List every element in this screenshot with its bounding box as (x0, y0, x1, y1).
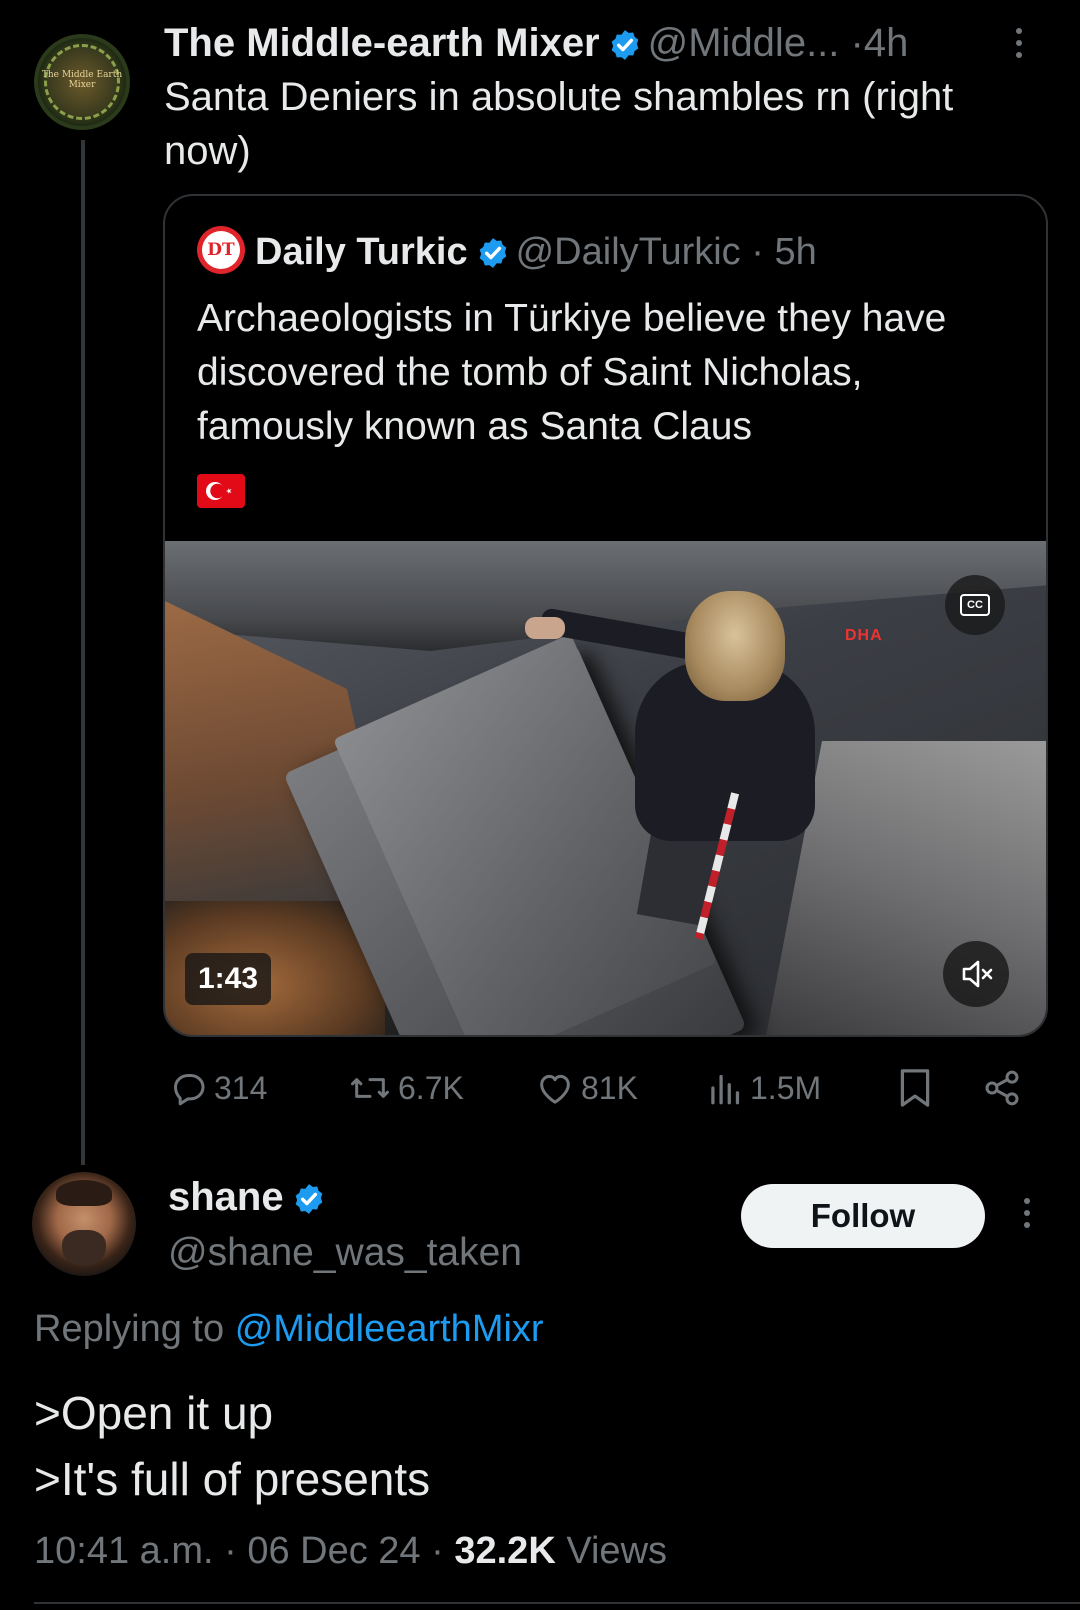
video-duration: 1:43 (185, 953, 271, 1005)
share-icon (985, 1070, 1019, 1106)
daily-turkic-logo-icon: DT (197, 226, 245, 274)
reply-views-count: 32.2K (454, 1530, 556, 1572)
more-vertical-icon[interactable] (1022, 1198, 1032, 1234)
reply-count: 314 (214, 1069, 268, 1106)
logo-text: DT (202, 231, 240, 269)
reply-author-name[interactable]: shane (168, 1175, 284, 1219)
video-player[interactable]: DHA CC 1:43 (165, 541, 1046, 1035)
more-vertical-icon[interactable] (1014, 28, 1024, 64)
video-scene-person-hair (685, 591, 785, 701)
reply-line: >It's full of presents (34, 1453, 431, 1505)
reply-icon (174, 1074, 205, 1106)
avatar[interactable] (32, 1172, 136, 1276)
reply-author-handle[interactable]: @shane_was_taken (168, 1228, 522, 1278)
quoted-tweet[interactable]: DT Daily Turkic @DailyTurkic · 5h Archaeol… (163, 194, 1048, 1037)
tweet-text: Santa Deniers in absolute shambles rn (r… (164, 75, 954, 173)
turkey-flag-icon (197, 474, 245, 508)
reply-date[interactable]: 06 Dec 24 (247, 1530, 420, 1572)
divider (34, 1602, 1080, 1604)
replying-to: Replying to @MiddleearthMixr (34, 1304, 544, 1354)
analytics-icon (711, 1074, 740, 1105)
reply-button[interactable]: 314 (168, 1063, 267, 1113)
quote-text: Archaeologists in Türkiye believe they h… (197, 297, 947, 448)
author-handle[interactable]: @Middle... (648, 21, 840, 65)
tweet-header: The Middle-earth Mixer @Middle... ·4h (164, 18, 908, 74)
avatar-logo-text: The Middle Earth Mixer (41, 70, 123, 90)
bookmark-button[interactable] (897, 1063, 933, 1113)
separator: · (850, 21, 864, 65)
volume-muted-icon (962, 960, 993, 988)
verified-badge-icon (608, 24, 642, 74)
separator: · (431, 1530, 444, 1572)
reply-views-label: Views (566, 1530, 668, 1572)
reply-text: >Open it up >It's full of presents (34, 1380, 430, 1512)
reply-meta: 10:41 a.m. · 06 Dec 24 · 32.2K Views (34, 1526, 667, 1576)
action-bar: 314 6.7K 81K 1.5M (0, 1063, 1080, 1113)
separator: · (224, 1530, 237, 1572)
quote-author-name[interactable]: Daily Turkic (255, 231, 468, 273)
separator: · (751, 231, 764, 273)
video-scene-person-hand (525, 617, 565, 639)
reply-line: >Open it up (34, 1387, 274, 1439)
mention-link[interactable]: @MiddleearthMixr (235, 1308, 544, 1350)
closed-captions-button[interactable]: CC (945, 575, 1005, 635)
avatar[interactable]: The Middle Earth Mixer (34, 34, 130, 130)
repost-count: 6.7K (398, 1069, 464, 1106)
like-count: 81K (581, 1069, 638, 1106)
quote-author-handle[interactable]: @DailyTurkic (516, 231, 741, 273)
tweet-time[interactable]: 4h (864, 21, 909, 65)
repost-icon (351, 1078, 389, 1098)
repost-button[interactable]: 6.7K (348, 1063, 464, 1113)
quote-header: DT Daily Turkic @DailyTurkic · 5h (197, 226, 817, 282)
video-watermark: DHA (845, 627, 883, 644)
bookmark-icon (900, 1069, 930, 1107)
reply-time[interactable]: 10:41 a.m. (34, 1530, 214, 1572)
author-name[interactable]: The Middle-earth Mixer (164, 21, 600, 65)
replying-prefix: Replying to (34, 1308, 225, 1350)
views-button[interactable]: 1.5M (708, 1063, 821, 1113)
quote-time[interactable]: 5h (774, 231, 816, 273)
reply-header: shane @shane_was_taken (168, 1172, 522, 1278)
verified-badge-icon (292, 1178, 326, 1228)
like-button[interactable]: 81K (535, 1063, 638, 1113)
heart-icon (540, 1074, 570, 1104)
cc-icon: CC (960, 594, 990, 616)
mute-toggle-button[interactable] (943, 941, 1009, 1007)
verified-badge-icon (476, 234, 510, 282)
share-button[interactable] (982, 1063, 1022, 1113)
view-count: 1.5M (750, 1069, 822, 1106)
follow-button[interactable]: Follow (741, 1184, 985, 1248)
thread-line (81, 140, 85, 1165)
